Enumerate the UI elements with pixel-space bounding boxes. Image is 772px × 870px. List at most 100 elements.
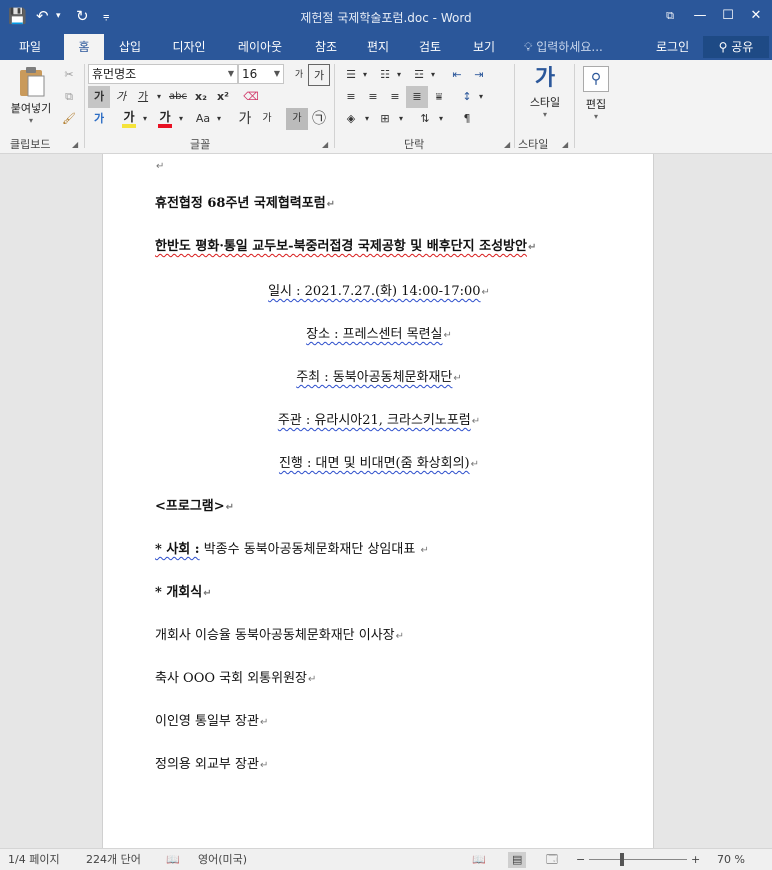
chevron-down-icon[interactable]: ▾: [396, 108, 406, 130]
tab-layout[interactable]: 레이아웃: [230, 34, 290, 60]
distributed-icon[interactable]: ⩸: [428, 86, 450, 108]
chevron-down-icon[interactable]: ▾: [476, 86, 486, 108]
grow-font-button[interactable]: 가: [234, 108, 256, 130]
language-indicator[interactable]: 영어(미국): [198, 852, 247, 868]
highlight-color-swatch: [122, 124, 136, 128]
minimize-icon[interactable]: —: [686, 5, 714, 27]
italic-button[interactable]: 가: [110, 86, 132, 108]
subscript-button[interactable]: x₂: [190, 86, 212, 108]
page-count[interactable]: 1/4 페이지: [8, 852, 60, 868]
print-layout-icon[interactable]: ▤: [508, 852, 527, 868]
web-layout-icon[interactable]: 🗔: [546, 852, 558, 868]
clear-formatting-icon[interactable]: ⌫: [240, 86, 262, 108]
bold-button[interactable]: 가: [88, 86, 110, 108]
chevron-down-icon: ▼: [227, 69, 234, 78]
paragraph-mark: ↵: [395, 631, 405, 642]
tell-me-box[interactable]: 💡︎ 입력하세요...: [524, 34, 603, 60]
chevron-down-icon[interactable]: ▾: [394, 64, 404, 86]
doc-line-opening: * 개회식↵: [155, 585, 212, 600]
show-formatting-marks-icon[interactable]: ¶: [456, 108, 478, 130]
word-count[interactable]: 224개 단어: [86, 852, 141, 868]
superscript-button[interactable]: x²: [212, 86, 234, 108]
zoom-slider[interactable]: [589, 859, 687, 860]
save-icon[interactable]: 💾: [8, 6, 27, 26]
bullets-icon[interactable]: ☰: [340, 64, 362, 86]
chevron-down-icon[interactable]: ▾: [362, 108, 372, 130]
align-center-icon[interactable]: ≡: [362, 86, 384, 108]
styles-launcher-icon[interactable]: ◢: [562, 140, 568, 149]
document-page[interactable]: ↵ 휴전협정 68주년 국제협력포럼↵ 한반도 평화·통일 교두보-북중러접경 …: [102, 154, 654, 848]
chevron-down-icon[interactable]: ▾: [436, 108, 446, 130]
styles-button[interactable]: 가 스타일 ▾: [522, 64, 568, 132]
document-area: ↵ 휴전협정 68주년 국제협력포럼↵ 한반도 평화·통일 교두보-북중러접경 …: [0, 154, 772, 848]
undo-icon[interactable]: ↶: [36, 6, 49, 26]
tab-insert[interactable]: 삽입: [110, 34, 150, 60]
read-mode-icon[interactable]: 📖: [472, 852, 486, 868]
cut-icon[interactable]: ✂: [58, 64, 80, 86]
text-effects-button[interactable]: 가: [88, 108, 110, 130]
zoom-in-button[interactable]: +: [691, 852, 700, 868]
highlight-button[interactable]: 가: [118, 108, 140, 130]
clipboard-group-label: 클립보드: [10, 138, 51, 151]
shrink-font-button[interactable]: 가: [256, 108, 278, 130]
multilevel-list-icon[interactable]: ☲: [408, 64, 430, 86]
zoom-slider-thumb[interactable]: [620, 853, 624, 866]
tab-view[interactable]: 보기: [464, 34, 504, 60]
redo-icon[interactable]: ↻: [76, 6, 89, 26]
zoom-out-button[interactable]: −: [576, 852, 585, 868]
styles-icon: 가: [534, 66, 556, 91]
chevron-down-icon: ▾: [542, 110, 547, 119]
tab-review[interactable]: 검토: [410, 34, 450, 60]
phonetic-guide-icon[interactable]: 가: [288, 64, 310, 86]
font-color-button[interactable]: 가: [154, 108, 176, 130]
customize-quick-access-icon[interactable]: ⩦: [103, 6, 109, 26]
tab-references[interactable]: 참조: [306, 34, 346, 60]
close-icon[interactable]: ✕: [742, 5, 770, 27]
sort-icon[interactable]: ⇅: [414, 108, 436, 130]
chevron-down-icon[interactable]: ▾: [176, 108, 186, 130]
chevron-down-icon[interactable]: ▾: [428, 64, 438, 86]
clipboard-launcher-icon[interactable]: ◢: [72, 140, 78, 149]
character-border-icon[interactable]: 가: [308, 64, 330, 86]
proofing-icon[interactable]: 📖: [166, 852, 180, 868]
share-button[interactable]: ⚲ 공유: [703, 36, 769, 58]
chevron-down-icon[interactable]: ▾: [140, 108, 150, 130]
tab-file[interactable]: 파일: [6, 34, 54, 60]
font-launcher-icon[interactable]: ◢: [322, 140, 328, 149]
numbering-icon[interactable]: ☷: [374, 64, 396, 86]
font-family-value: 휴먼명조: [92, 67, 137, 81]
format-painter-icon[interactable]: 🖌︎: [58, 108, 80, 130]
maximize-icon[interactable]: ☐: [714, 5, 742, 27]
ribbon-display-options-icon[interactable]: ⧉: [656, 5, 684, 27]
sign-in-link[interactable]: 로그인: [656, 34, 689, 60]
enclose-characters-button[interactable]: ㉠: [308, 108, 330, 130]
chevron-down-icon[interactable]: ▾: [154, 86, 164, 108]
font-family-select[interactable]: 휴먼명조 ▼: [88, 64, 238, 84]
paragraph-mark: ↵: [453, 373, 462, 384]
editing-button[interactable]: ⚲ 편집 ▾: [578, 64, 614, 132]
font-size-select[interactable]: 16 ▼: [238, 64, 284, 84]
chevron-down-icon[interactable]: ▾: [214, 108, 224, 130]
align-right-icon[interactable]: ≡: [384, 86, 406, 108]
underline-button[interactable]: 가: [132, 86, 154, 108]
shading-icon[interactable]: ◈: [340, 108, 362, 130]
tab-home[interactable]: 홈: [64, 34, 104, 60]
character-shading-button[interactable]: 가: [286, 108, 308, 130]
copy-icon[interactable]: ⧉: [58, 86, 80, 108]
increase-indent-icon[interactable]: ⇥: [468, 64, 490, 86]
ribbon-tabs: 파일 홈 삽입 디자인 레이아웃 참조 편지 검토 보기 💡︎ 입력하세요...…: [0, 34, 772, 60]
tab-mailings[interactable]: 편지: [358, 34, 398, 60]
undo-dropdown-icon[interactable]: ▾: [56, 6, 61, 26]
strikethrough-button[interactable]: abc: [166, 86, 190, 108]
borders-icon[interactable]: ⊞: [374, 108, 396, 130]
change-case-button[interactable]: Aa: [190, 108, 216, 130]
tab-design[interactable]: 디자인: [164, 34, 214, 60]
justify-icon[interactable]: ≣: [406, 86, 428, 108]
paragraph-launcher-icon[interactable]: ◢: [504, 140, 510, 149]
decrease-indent-icon[interactable]: ⇤: [446, 64, 468, 86]
align-left-icon[interactable]: ≡: [340, 86, 362, 108]
line-spacing-icon[interactable]: ↕: [456, 86, 478, 108]
chevron-down-icon[interactable]: ▾: [360, 64, 370, 86]
zoom-level[interactable]: 70 %: [717, 852, 745, 868]
paste-button[interactable]: 붙여넣기 ▾: [4, 64, 58, 130]
